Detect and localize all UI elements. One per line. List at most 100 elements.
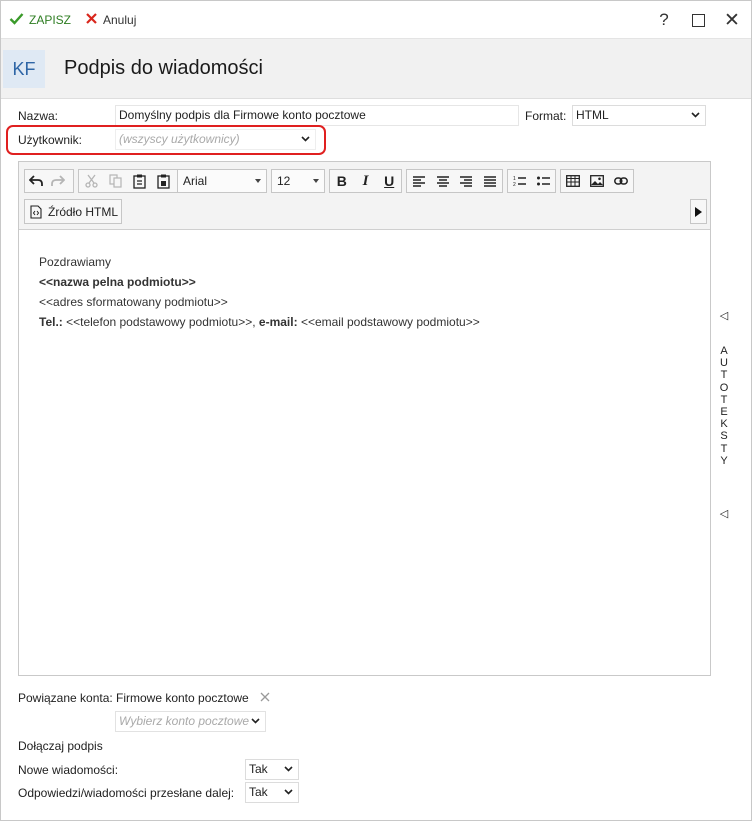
highlight-box: [6, 125, 326, 155]
new-messages-label: Nowe wiadomości:: [18, 763, 119, 777]
toolbar-expand-button[interactable]: [690, 199, 707, 224]
insert-image-button[interactable]: [585, 170, 609, 192]
maximize-button[interactable]: [687, 9, 709, 31]
font-family-select[interactable]: Arial: [177, 169, 267, 193]
numbered-list-button[interactable]: 12: [508, 170, 532, 192]
cancel-button[interactable]: Anuluj: [85, 11, 136, 29]
link-icon: [614, 177, 628, 185]
editor-content[interactable]: Pozdrawiamy <<nazwa pelna podmiotu>> <<a…: [39, 252, 480, 332]
format-value: HTML: [576, 108, 609, 122]
autotexts-collapse-arrow-top[interactable]: ◁: [717, 309, 731, 322]
bold-button[interactable]: B: [330, 170, 354, 192]
html-editor: Arial 12 B I U 1 2 Źródło HTML Pozdrawia…: [18, 161, 711, 676]
phone-label: Tel.:: [39, 315, 63, 329]
signature-contact-line: Tel.: <<telefon podstawowy podmiotu>>, e…: [39, 312, 480, 332]
align-right-button[interactable]: [455, 170, 479, 192]
format-label: Format:: [525, 109, 567, 123]
choose-account-placeholder: Wybierz konto pocztowe: [119, 714, 250, 728]
dialog-window: ZAPISZ Anuluj ? ✕ KF Podpis do wiadomośc…: [0, 0, 752, 821]
bullet-list-icon: [536, 176, 550, 186]
paste-icon: [132, 174, 146, 189]
html-source-label: Źródło HTML: [48, 204, 119, 219]
align-center-button[interactable]: [431, 170, 455, 192]
signature-company-name: <<nazwa pelna podmiotu>>: [39, 275, 196, 289]
play-arrow-icon: [695, 206, 702, 217]
paste-text-button[interactable]: [151, 170, 175, 192]
undo-button[interactable]: [25, 170, 47, 192]
checkmark-icon: [9, 12, 24, 28]
html-source-button[interactable]: Źródło HTML: [24, 199, 122, 224]
replies-label: Odpowiedzi/wiadomości przesłane dalej:: [18, 786, 235, 800]
numbered-list-icon: 12: [513, 176, 527, 187]
chevron-down-icon: [284, 789, 293, 795]
top-toolbar: ZAPISZ Anuluj ? ✕: [1, 1, 751, 39]
underline-button[interactable]: U: [377, 170, 401, 192]
help-button[interactable]: ?: [653, 9, 675, 31]
copy-icon: [108, 174, 122, 188]
align-justify-icon: [484, 175, 497, 187]
source-file-icon: [30, 204, 42, 219]
autotexts-collapse-arrow-bottom[interactable]: ◁: [717, 507, 731, 520]
save-button[interactable]: ZAPISZ: [9, 11, 71, 29]
email-label: e-mail:: [258, 315, 298, 329]
remove-account-icon[interactable]: [260, 689, 270, 705]
scissors-icon: [84, 174, 98, 188]
insert-group: [560, 169, 634, 193]
save-label: ZAPISZ: [29, 13, 72, 27]
name-label: Nazwa:: [18, 109, 59, 123]
format-group: B I U: [329, 169, 402, 193]
redo-button[interactable]: [47, 170, 69, 192]
bullet-list-button[interactable]: [532, 170, 556, 192]
attach-signature-label: Dołączaj podpis: [18, 739, 103, 753]
editor-toolbar: Arial 12 B I U 1 2 Źródło HTML: [19, 162, 710, 230]
chevron-down-icon: [284, 766, 293, 772]
autotexts-panel-label[interactable]: AUTOTEKSTY: [717, 345, 731, 467]
insert-link-button[interactable]: [609, 170, 633, 192]
font-size-select[interactable]: 12: [271, 169, 325, 193]
insert-table-button[interactable]: [561, 170, 585, 192]
format-select[interactable]: HTML: [572, 105, 706, 126]
help-icon: ?: [659, 10, 669, 29]
align-justify-button[interactable]: [478, 170, 502, 192]
cut-button[interactable]: [79, 170, 103, 192]
align-left-icon: [412, 175, 425, 187]
linked-account-tag: Firmowe konto pocztowe: [116, 691, 249, 705]
svg-text:2: 2: [513, 182, 516, 187]
page-title: Podpis do wiadomości: [64, 57, 263, 79]
undo-icon: [29, 175, 43, 186]
alignment-group: [406, 169, 503, 193]
clipboard-group: [78, 169, 192, 193]
align-center-icon: [436, 175, 449, 187]
module-badge: KF: [3, 50, 45, 88]
history-group: [24, 169, 74, 193]
cross-icon: [85, 12, 98, 28]
new-messages-select[interactable]: Tak: [245, 759, 299, 780]
font-size-value: 12: [277, 174, 291, 188]
name-input[interactable]: Domyślny podpis dla Firmowe konto poczto…: [115, 105, 519, 126]
linked-accounts-label: Powiązane konta:: [18, 691, 113, 705]
signature-greeting: Pozdrawiamy: [39, 255, 112, 269]
replies-select[interactable]: Tak: [245, 782, 299, 803]
signature-address: <<adres sformatowany podmiotu>>: [39, 295, 228, 309]
image-icon: [590, 175, 604, 187]
paste-button[interactable]: [127, 170, 151, 192]
font-family-value: Arial: [183, 174, 208, 188]
maximize-icon: [691, 13, 705, 27]
choose-account-select[interactable]: Wybierz konto pocztowe: [115, 711, 266, 732]
dialog-header: KF Podpis do wiadomości: [1, 39, 751, 99]
email-value: <<email podstawowy podmiotu>>: [297, 315, 480, 329]
italic-button[interactable]: I: [354, 170, 378, 192]
close-icon: ✕: [724, 9, 740, 31]
phone-value: <<telefon podstawowy podmiotu>>,: [62, 315, 259, 329]
align-left-button[interactable]: [407, 170, 431, 192]
close-button[interactable]: ✕: [721, 9, 743, 31]
new-messages-value: Tak: [249, 762, 268, 776]
align-right-icon: [460, 175, 473, 187]
paste-text-icon: [156, 174, 170, 189]
cancel-label: Anuluj: [103, 13, 137, 27]
copy-button[interactable]: [103, 170, 127, 192]
table-icon: [566, 175, 580, 187]
replies-value: Tak: [249, 785, 268, 799]
chevron-down-icon: [691, 112, 700, 118]
chevron-down-icon: [251, 718, 260, 724]
